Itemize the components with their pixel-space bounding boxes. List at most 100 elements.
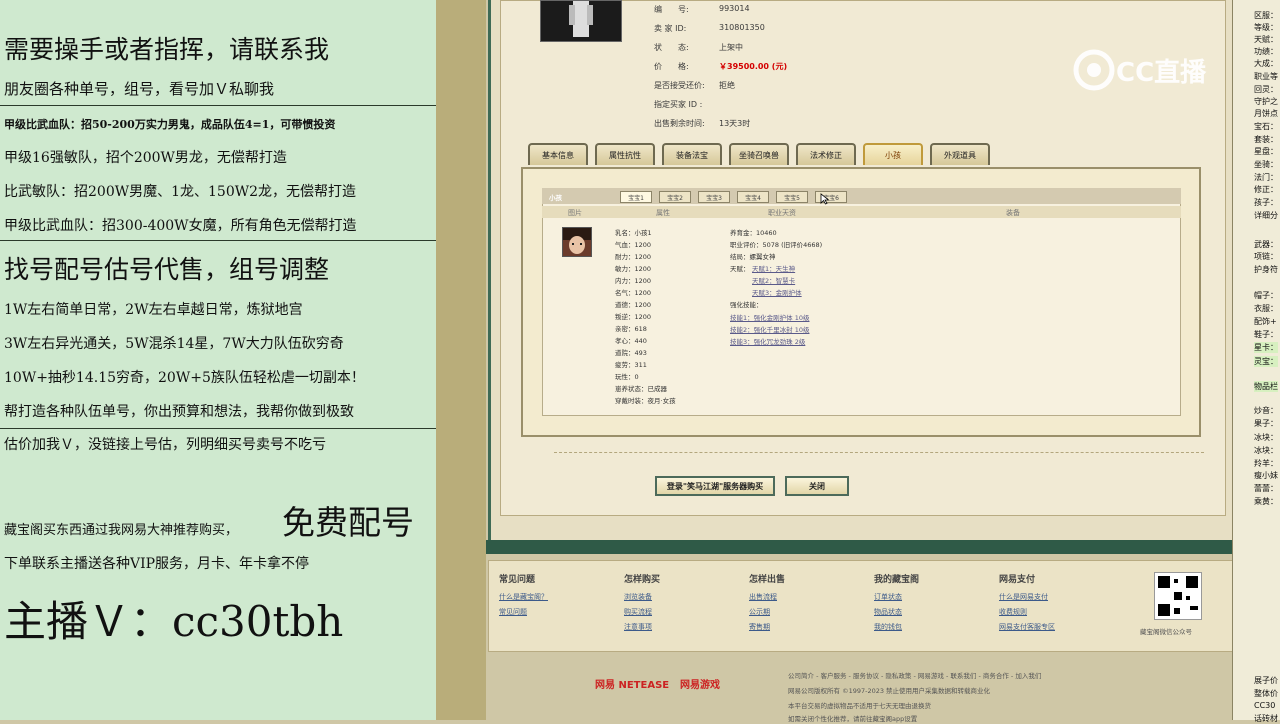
stat-item: 亲密：618 [615, 325, 647, 333]
sidebar-key: 帽子： [1254, 291, 1278, 300]
footer-link[interactable]: 公示期 [749, 607, 770, 617]
subtab-child-4[interactable]: 宝宝4 [737, 191, 769, 203]
divider [0, 428, 436, 429]
netease-games-logo: 网易游戏 [680, 680, 720, 691]
footer-col-title: 怎样购买 [624, 575, 661, 585]
cc-logo-icon [1073, 49, 1115, 91]
tab-mounts[interactable]: 坐骑召唤兽 [729, 143, 789, 165]
footer-link[interactable]: 订单状态 [874, 592, 902, 602]
tab-child[interactable]: 小孩 [863, 143, 923, 165]
sidebar-key: 冰块： [1254, 433, 1278, 442]
footer-col-title: 怎样出售 [749, 575, 786, 585]
divider [0, 240, 436, 241]
subtab-child-5[interactable]: 宝宝5 [776, 191, 808, 203]
overlay-line: 朋友圈各种单号，组号，看号加Ｖ私聊我 [4, 80, 275, 98]
stat-item: 崽养状态：已成器 [615, 385, 667, 393]
footer-link[interactable]: 收费规则 [999, 607, 1027, 617]
talent-link[interactable]: 天赋1：天生神 [752, 263, 795, 273]
sidebar-key: 坐骑： [1254, 160, 1278, 169]
skill-link[interactable]: 技能3：强化冗龙劲珠 2级 [730, 336, 805, 346]
tab-appearance[interactable]: 外观道具 [930, 143, 990, 165]
footer-link[interactable]: 网易支付客服专区 [999, 622, 1055, 632]
character-figure-icon [569, 1, 593, 37]
sidebar-key: 法门： [1254, 173, 1278, 182]
field-value: 13天3时 [719, 119, 751, 128]
tab-spell-mods[interactable]: 法术修正 [796, 143, 856, 165]
legal-line: 本平台交易的虚拟物品不适用于七天无理由退换货 [788, 702, 931, 710]
overlay-line: 比武敏队：招200W男魔、1龙、150W2龙，无偿帮打造 [4, 184, 357, 200]
close-button[interactable]: 关闭 [785, 476, 849, 496]
footer-link[interactable]: 注意事项 [624, 622, 652, 632]
streamer-overlay: 需要操手或者指挥，请联系我 朋友圈各种单号，组号，看号加Ｖ私聊我 甲级比武血队：… [0, 0, 436, 720]
stat-item: 气血：1200 [615, 241, 652, 249]
skill-link[interactable]: 技能1：强化金刚护体 10级 [730, 312, 809, 322]
subtab-child-3[interactable]: 宝宝3 [698, 191, 730, 203]
sidebar-key: 羚羊： [1254, 459, 1278, 468]
tab-basic-info[interactable]: 基本信息 [528, 143, 588, 165]
talent-link[interactable]: 天赋3：金刚护体 [752, 287, 802, 297]
sidebar-key: 套装： [1254, 135, 1278, 144]
footer-link[interactable]: 常见问题 [499, 607, 527, 617]
subtab-child-2[interactable]: 宝宝2 [659, 191, 691, 203]
sidebar-key: CC30 [1254, 701, 1276, 710]
sidebar-key: 大成： [1254, 59, 1278, 68]
stat-item: 内力：1200 [615, 277, 652, 285]
tab-equipment[interactable]: 装备法宝 [662, 143, 722, 165]
qr-caption: 藏宝阁微信公众号 [1140, 628, 1192, 636]
field-value: 993014 [719, 4, 750, 13]
footer-link[interactable]: 浏览装备 [624, 592, 652, 602]
sidebar-key: 功绩： [1254, 47, 1278, 56]
field-label: 是否接受还价: [654, 81, 705, 90]
child-avatar [562, 227, 592, 257]
login-server-buy-button[interactable]: 登录"笑马江湖"服务器购买 [655, 476, 775, 496]
field-label: 出售剩余时间: [654, 119, 705, 128]
footer-link[interactable]: 物品状态 [874, 607, 902, 617]
overlay-line: 主播Ｖ：cc30tbh [4, 597, 344, 646]
footer-link[interactable]: 寄售期 [749, 622, 770, 632]
overlay-line: 下单联系主播送各种VIP服务，月卡、年卡拿不停 [4, 556, 310, 572]
tab-attributes[interactable]: 属性抗性 [595, 143, 655, 165]
footer-col-title: 网易支付 [999, 575, 1036, 585]
sidebar-key: 职业等 [1254, 72, 1278, 81]
career-item: 结局：螺翼女神 [730, 253, 776, 261]
sidebar-key: 星盘： [1254, 147, 1278, 156]
sidebar-key: 话砖材 [1254, 714, 1278, 723]
sidebar-key: 等级： [1254, 23, 1278, 32]
sidebar-key: 乘黄： [1254, 497, 1278, 506]
footer-link[interactable]: 什么是藏宝阁？ [499, 592, 548, 602]
stat-item: 道院：493 [615, 349, 647, 357]
sidebar-key: 瘦小妹 [1254, 471, 1278, 480]
overlay-line: 需要操手或者指挥，请联系我 [4, 35, 330, 64]
divider [0, 105, 436, 106]
sidebar-key: 宝石： [1254, 122, 1278, 131]
field-value: 上架中 [719, 43, 743, 52]
sidebar-key: 孩子： [1254, 198, 1278, 207]
overlay-line: 1W左右简单日常，2W左右卓越日常，炼狱地宫 [4, 302, 303, 318]
field-label: 卖 家 ID: [654, 24, 687, 33]
career-item: 强化技能： [730, 301, 763, 309]
sidebar-key: 整体价 [1254, 689, 1278, 698]
sidebar-key: 鞋子： [1254, 330, 1278, 339]
subtab-child-1[interactable]: 宝宝1 [620, 191, 652, 203]
sidebar-key: 区服： [1254, 11, 1278, 20]
career-item: 天赋： [730, 265, 750, 273]
sidebar-key: 物品栏 [1254, 381, 1278, 392]
overlay-line: 找号配号估号代售，组号调整 [4, 255, 330, 284]
footer-link[interactable]: 我的钱包 [874, 622, 902, 632]
overlay-line: 甲级比武血队：招50-200万实力男鬼，成品队伍4=1，可带惯投资 [4, 118, 336, 131]
talent-link[interactable]: 天赋2：智慧卡 [752, 275, 795, 285]
footer-link[interactable]: 出售流程 [749, 592, 777, 602]
skill-link[interactable]: 技能2：强化千里冰封 10级 [730, 324, 809, 334]
netease-logo: 网易 NETEASE [595, 680, 670, 691]
sidebar-key: 修正： [1254, 185, 1278, 194]
footer-link[interactable]: 购买流程 [624, 607, 652, 617]
stat-item: 疲劳：311 [615, 361, 647, 369]
overlay-line: 估价加我Ｖ，没链接上号估，列明细买号卖号不吃亏 [4, 437, 326, 453]
overlay-line: 10W+抽秒14.15穷奇，20W+5族队伍轻松虐一切副本！ [4, 370, 365, 386]
site-footer [488, 560, 1234, 652]
legal-line: 网易公司版权所有 ©1997-2023 禁止使用用户采集数据和转载商业化 [788, 687, 991, 695]
footer-link[interactable]: 什么是网易支付 [999, 592, 1048, 602]
sidebar-key: 冰块： [1254, 446, 1278, 455]
sidebar-key: 守护之 [1254, 97, 1278, 106]
qr-code [1154, 572, 1202, 620]
